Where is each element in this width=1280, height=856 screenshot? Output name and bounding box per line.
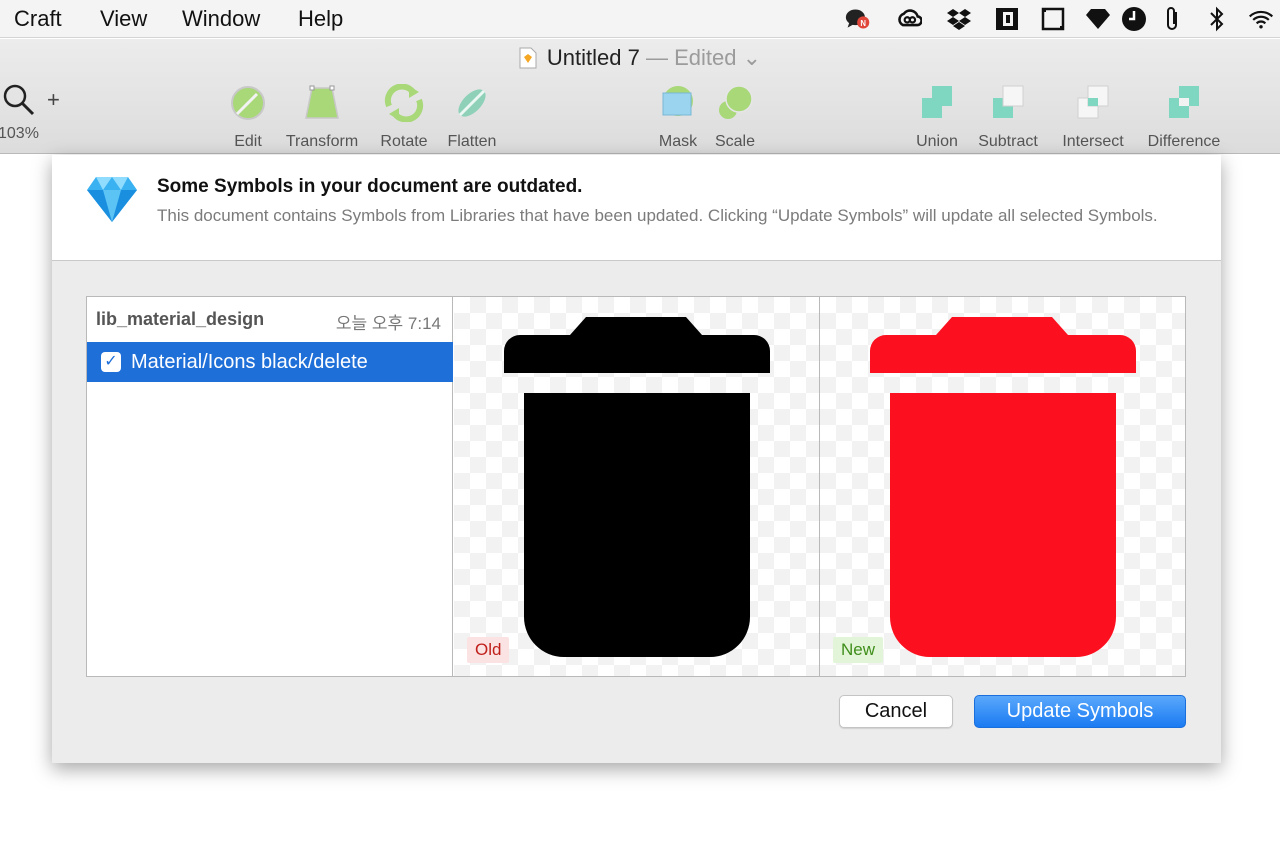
edit-tool-button[interactable]: Edit (228, 81, 268, 151)
dialog-description: This document contains Symbols from Libr… (157, 206, 1158, 225)
zoom-control[interactable]: + 103% (0, 83, 70, 153)
flatten-icon (458, 89, 486, 117)
intersect-tool-button[interactable]: Intersect (1056, 81, 1130, 151)
zoom-plus-icon[interactable]: + (47, 87, 60, 113)
update-symbols-button[interactable]: Update Symbols (974, 695, 1186, 728)
rotate-tool-button[interactable]: Rotate (377, 81, 431, 151)
chevron-down-icon[interactable]: ⌄ (743, 45, 761, 70)
difference-tool-button[interactable]: Difference (1142, 81, 1226, 151)
subtract-label: Subtract (978, 133, 1038, 150)
menu-view[interactable]: View (100, 6, 147, 32)
clock-icon[interactable] (1121, 6, 1147, 32)
notification-badge: N (860, 19, 866, 28)
flatten-tool-button[interactable]: Flatten (444, 81, 500, 151)
creative-cloud-icon[interactable] (896, 6, 922, 32)
mask-icon (662, 86, 693, 116)
symbol-checkbox[interactable]: ✓ (101, 352, 121, 372)
trash-icon-old (504, 317, 770, 657)
trash-icon-new (870, 317, 1136, 657)
difference-label: Difference (1147, 133, 1221, 150)
cancel-button[interactable]: Cancel (839, 695, 953, 728)
window-frame-icon[interactable] (1040, 6, 1066, 32)
transform-icon (305, 85, 339, 119)
rotate-icon (384, 84, 424, 122)
old-symbol-preview: Old (454, 297, 820, 676)
flatten-label: Flatten (447, 133, 497, 150)
window-toolbar: Untitled 7 — Edited ⌄ + 103% Edit Transf… (0, 39, 1280, 154)
union-icon (922, 86, 952, 118)
library-updated-time: 오늘 오후 7:14 (335, 314, 441, 333)
document-icon (519, 47, 537, 69)
dialog-title: Some Symbols in your document are outdat… (157, 176, 583, 197)
subtract-tool-button[interactable]: Subtract (972, 81, 1044, 151)
dialog-header: Some Symbols in your document are outdat… (52, 155, 1221, 261)
scale-label: Scale (714, 133, 756, 150)
new-tag: New (833, 637, 884, 663)
union-label: Union (916, 133, 958, 150)
difference-icon (1169, 86, 1199, 118)
sketch-diamond-icon (87, 177, 137, 222)
subtract-icon (993, 85, 1024, 118)
intersect-label: Intersect (1062, 133, 1124, 150)
transform-tool-button[interactable]: Transform (280, 81, 364, 151)
scale-tool-button[interactable]: Scale (712, 81, 758, 151)
document-name: Untitled 7 (546, 45, 640, 70)
menu-window[interactable]: Window (182, 6, 260, 32)
mask-label: Mask (658, 133, 698, 150)
library-name: lib_material_design (96, 309, 265, 329)
symbol-list: lib_material_design 오늘 오후 7:14 ✓ Materia… (87, 297, 453, 676)
edit-label: Edit (234, 133, 262, 150)
menu-help[interactable]: Help (298, 6, 343, 32)
old-tag: Old (467, 637, 510, 663)
edited-status: — Edited (646, 45, 737, 70)
screen-app-icon[interactable] (994, 6, 1020, 32)
chat-notification-icon[interactable]: N (845, 6, 871, 32)
dropbox-icon[interactable] (946, 6, 972, 32)
union-tool-button[interactable]: Union (912, 81, 962, 151)
intersect-icon (1077, 85, 1109, 119)
window-title[interactable]: Untitled 7 — Edited ⌄ (0, 45, 1280, 71)
mask-tool-button[interactable]: Mask (656, 81, 700, 151)
new-symbol-preview: New (820, 297, 1185, 676)
update-symbols-dialog: Some Symbols in your document are outdat… (52, 155, 1221, 763)
rotate-label: Rotate (380, 133, 428, 150)
edit-icon (231, 86, 265, 120)
zoom-level: 103% (0, 125, 39, 142)
menu-bar: Craft View Window Help N (0, 0, 1280, 38)
menu-craft[interactable]: Craft (14, 6, 62, 32)
symbol-row[interactable]: ✓ Material/Icons black/delete (87, 342, 453, 382)
bluetooth-icon[interactable] (1204, 6, 1230, 32)
symbol-label: Material/Icons black/delete (131, 351, 368, 373)
scale-icon (719, 85, 753, 119)
attachment-icon[interactable] (1160, 6, 1186, 32)
vpn-diamond-icon[interactable] (1085, 6, 1111, 32)
symbols-panel: lib_material_design 오늘 오후 7:14 ✓ Materia… (86, 296, 1186, 677)
wifi-icon[interactable] (1248, 6, 1274, 32)
transform-label: Transform (285, 133, 359, 150)
zoom-search-icon[interactable] (2, 83, 36, 117)
